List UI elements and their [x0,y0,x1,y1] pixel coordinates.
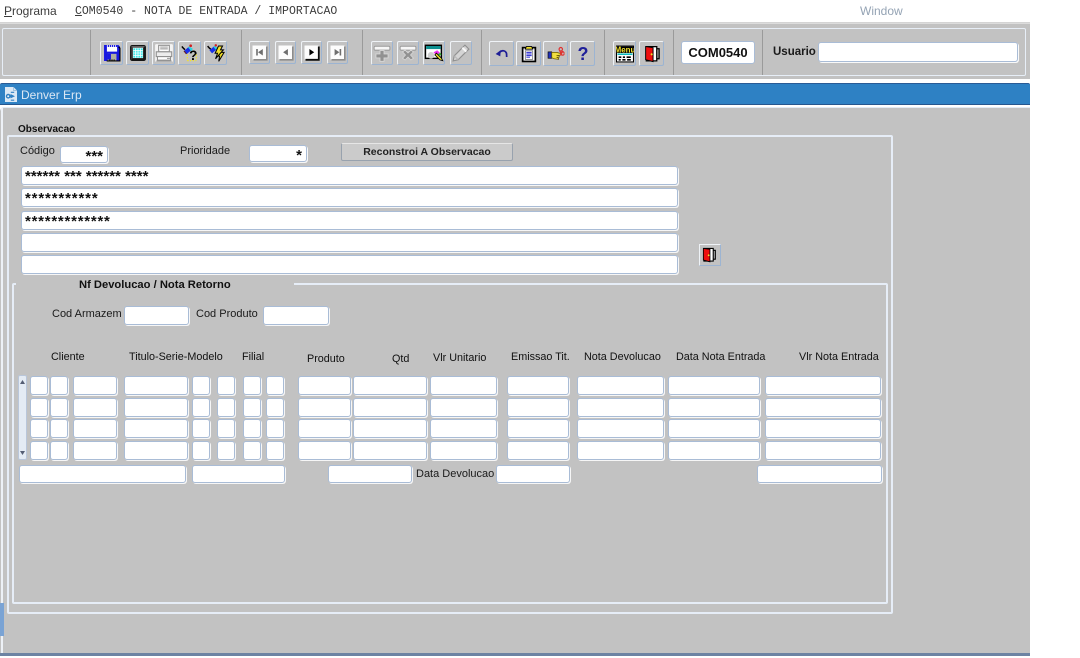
svg-text:Menu: Menu [616,45,634,54]
svg-text:?: ? [577,45,588,63]
